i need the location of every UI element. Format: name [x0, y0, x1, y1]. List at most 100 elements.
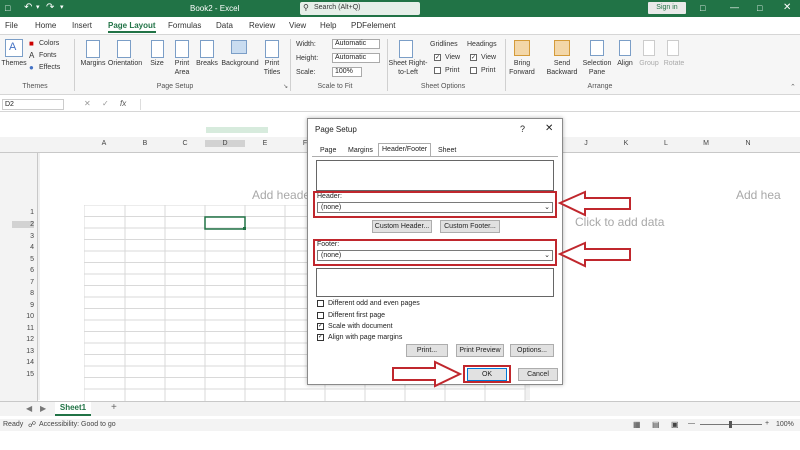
formula-input[interactable] [140, 99, 795, 110]
send-backward-label-2[interactable]: Backward [544, 69, 580, 76]
row-header[interactable]: 6 [12, 267, 34, 274]
next-sheet-icon[interactable]: ▶ [40, 404, 46, 413]
search-input[interactable]: ⚲ Search (Alt+Q) [300, 2, 420, 15]
tab-page[interactable]: Page [317, 145, 339, 156]
row-header[interactable]: 5 [12, 256, 34, 263]
size-button[interactable]: Size [147, 60, 167, 67]
print-preview-button[interactable]: Print Preview [456, 344, 504, 357]
options-button[interactable]: Options... [510, 344, 554, 357]
fonts-button[interactable]: Fonts [39, 52, 57, 59]
different-first-page-checkbox[interactable] [317, 312, 324, 319]
zoom-in-icon[interactable]: + [765, 420, 769, 427]
sheet-tab-sheet1[interactable]: Sheet1 [55, 402, 91, 416]
selection-pane-label-1[interactable]: Selection [582, 60, 612, 67]
send-backward-label-1[interactable]: Send [544, 60, 580, 67]
add-header-placeholder[interactable]: Add header [252, 188, 314, 202]
row-header[interactable]: 9 [12, 302, 34, 309]
sign-in-button[interactable]: Sign in [648, 2, 686, 14]
breaks-button[interactable]: Breaks [196, 60, 218, 67]
page-layout-view-icon[interactable]: ▤ [652, 420, 660, 429]
zoom-slider-thumb[interactable] [729, 421, 732, 428]
background-button[interactable]: Background [220, 60, 260, 67]
themes-button[interactable]: Themes [0, 60, 28, 67]
dialog-help-button[interactable]: ? [520, 124, 525, 134]
print-area-label-1[interactable]: Print [172, 60, 192, 67]
tab-file[interactable]: File [5, 21, 18, 30]
print-titles-label-2[interactable]: Titles [262, 69, 282, 76]
row-header[interactable]: 10 [12, 313, 34, 320]
add-header-placeholder-right[interactable]: Add hea [736, 188, 781, 202]
effects-button[interactable]: Effects [39, 64, 60, 71]
page-break-view-icon[interactable]: ▣ [671, 420, 679, 429]
margins-button[interactable]: Margins [78, 60, 108, 67]
zoom-level[interactable]: 100% [776, 421, 794, 428]
ok-button[interactable]: OK [467, 368, 507, 381]
ribbon-display-icon[interactable]: □ [700, 3, 705, 13]
redo-icon[interactable]: ↷ [46, 2, 54, 13]
column-header[interactable]: J [566, 140, 606, 147]
group-button[interactable]: Group [638, 60, 660, 67]
column-header[interactable]: E [245, 140, 285, 147]
tab-pdfelement[interactable]: PDFelement [351, 21, 395, 30]
name-box[interactable]: D2 [2, 99, 64, 110]
sheet-rtl-label-2[interactable]: to-Left [388, 69, 428, 76]
save-icon[interactable]: □ [5, 3, 10, 13]
row-header[interactable]: 14 [12, 359, 34, 366]
cancel-button[interactable]: Cancel [518, 368, 558, 381]
selection-pane-label-2[interactable]: Pane [582, 69, 612, 76]
column-header[interactable]: N [728, 140, 768, 147]
headings-print-checkbox[interactable] [470, 67, 477, 74]
tab-insert[interactable]: Insert [72, 21, 92, 30]
row-header[interactable]: 4 [12, 244, 34, 251]
normal-view-icon[interactable]: ▦ [633, 420, 641, 429]
row-header[interactable]: 8 [12, 290, 34, 297]
print-area-label-2[interactable]: Area [172, 69, 192, 76]
collapse-ribbon-icon[interactable]: ⌃ [790, 83, 796, 91]
bring-forward-label-1[interactable]: Bring [508, 60, 536, 67]
tab-sheet[interactable]: Sheet [435, 145, 459, 156]
row-header[interactable]: 7 [12, 279, 34, 286]
dialog-close-button[interactable]: ✕ [545, 123, 553, 134]
bring-forward-label-2[interactable]: Forward [508, 69, 536, 76]
add-sheet-button[interactable]: + [111, 402, 117, 413]
column-header[interactable]: D [205, 140, 245, 147]
undo-dropdown-icon[interactable]: ▾ [36, 3, 40, 11]
scale-stepper[interactable]: 100% [332, 67, 362, 77]
insert-function-button[interactable]: fx [120, 99, 126, 108]
row-header[interactable]: 11 [12, 325, 34, 332]
headings-view-checkbox[interactable]: ✓ [470, 54, 477, 61]
row-header[interactable]: 12 [12, 336, 34, 343]
enter-formula-icon[interactable]: ✓ [102, 99, 109, 108]
column-header[interactable]: A [84, 140, 124, 147]
tab-page-layout[interactable]: Page Layout [108, 21, 156, 33]
tab-data[interactable]: Data [216, 21, 233, 30]
column-header[interactable]: L [646, 140, 686, 147]
minimize-icon[interactable]: — [730, 2, 739, 12]
prev-sheet-icon[interactable]: ◀ [26, 404, 32, 413]
accessibility-status[interactable]: Accessibility: Good to go [39, 421, 116, 428]
custom-footer-button[interactable]: Custom Footer... [440, 220, 500, 233]
column-header[interactable]: C [165, 140, 205, 147]
tab-formulas[interactable]: Formulas [168, 21, 201, 30]
tab-home[interactable]: Home [35, 21, 56, 30]
width-select[interactable]: Automatic [332, 39, 380, 49]
tab-review[interactable]: Review [249, 21, 275, 30]
row-header[interactable]: 2 [12, 221, 34, 228]
orientation-button[interactable]: Orientation [106, 60, 144, 67]
colors-button[interactable]: Colors [39, 40, 59, 47]
zoom-out-icon[interactable]: — [688, 420, 695, 427]
gridlines-view-checkbox[interactable]: ✓ [434, 54, 441, 61]
tab-help[interactable]: Help [320, 21, 336, 30]
row-header[interactable]: 13 [12, 348, 34, 355]
align-with-margins-checkbox[interactable]: ✓ [317, 334, 324, 341]
column-header[interactable]: K [606, 140, 646, 147]
align-button[interactable]: Align [614, 60, 636, 67]
header-select[interactable]: (none) ⌄ [317, 202, 553, 213]
gridlines-print-checkbox[interactable] [434, 67, 441, 74]
column-header[interactable]: B [125, 140, 165, 147]
different-odd-even-checkbox[interactable] [317, 300, 324, 307]
print-button[interactable]: Print... [406, 344, 448, 357]
row-header[interactable]: 3 [12, 233, 34, 240]
row-header[interactable]: 1 [12, 209, 34, 216]
maximize-icon[interactable]: □ [757, 3, 762, 13]
